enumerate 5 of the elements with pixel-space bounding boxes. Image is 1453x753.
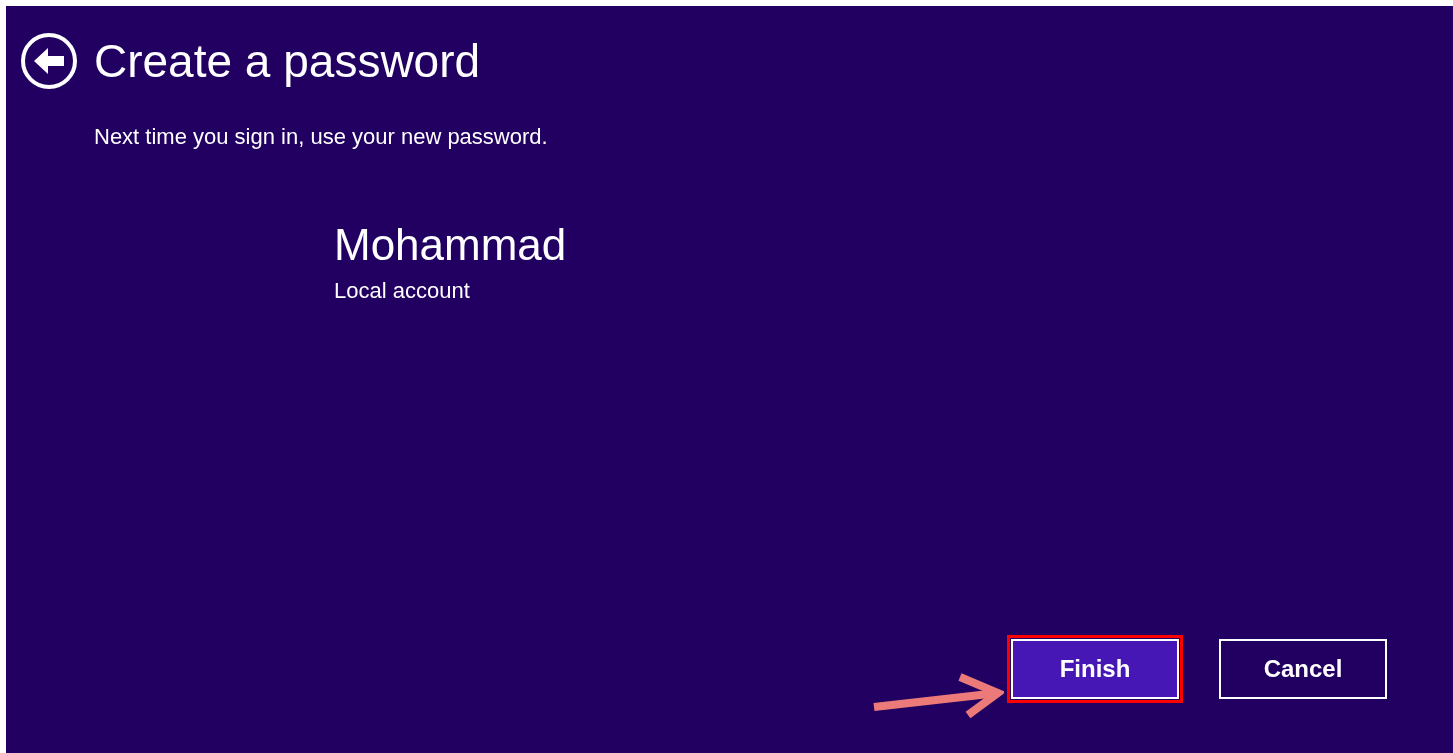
account-type: Local account — [334, 277, 471, 305]
page-subtitle: Next time you sign in, use your new password. — [94, 123, 549, 151]
finish-button[interactable]: Finish — [1011, 639, 1179, 699]
cancel-button[interactable]: Cancel — [1219, 639, 1387, 699]
account-name: Mohammad — [334, 219, 568, 271]
